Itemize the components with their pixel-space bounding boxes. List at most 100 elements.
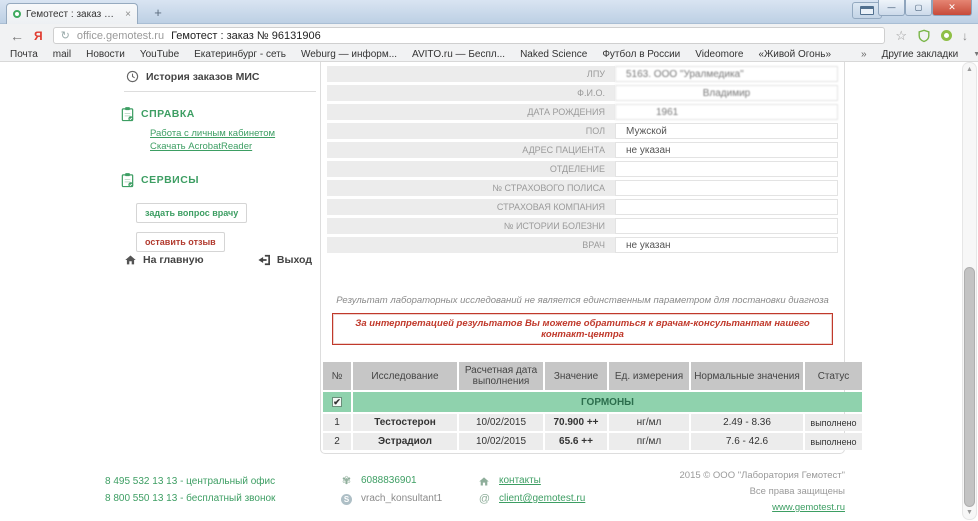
form-row-policy: № СТРАХОВОГО ПОЛИСА — [327, 180, 838, 196]
cell-test: Эстрадиол — [353, 433, 457, 450]
bookmarks-bar: Почта mail Новости YouTube Екатеринбург … — [0, 47, 978, 62]
group-checkbox[interactable]: ✔ — [332, 397, 342, 407]
bookmark-star-icon[interactable]: ☆ — [895, 28, 907, 44]
form-row-address: АДРЕС ПАЦИЕНТА не указан — [327, 142, 838, 158]
results-table: № Исследование Расчетная дата выполнения… — [321, 360, 864, 452]
exit-link[interactable]: Выход — [257, 254, 312, 266]
email-link[interactable]: client@gemotest.ru — [499, 490, 585, 508]
shield-icon[interactable] — [917, 29, 931, 43]
icq-number: 6088836901 — [361, 472, 417, 490]
field-value — [615, 199, 838, 215]
sidebar-bottom-nav: На главную Выход — [124, 254, 312, 266]
field-value: Владимир — [615, 85, 838, 101]
form-row-doctor: ВРАЧ не указан — [327, 237, 838, 253]
group-label: ГОРМОНЫ — [353, 392, 862, 412]
link-download-acrobat[interactable]: Скачать AcrobatReader — [150, 141, 318, 152]
clipboard-icon — [120, 172, 135, 188]
group-row-hormones: ✔ ГОРМОНЫ — [323, 392, 862, 412]
col-header-value: Значение — [545, 362, 607, 390]
form-row-fio: Ф.И.О. Владимир — [327, 85, 838, 101]
bookmark-item[interactable]: Новости — [86, 49, 125, 60]
sidebar: История заказов МИС СПРАВКА Работа с лич… — [112, 62, 318, 455]
bookmark-item[interactable]: «Живой Огонь» — [758, 49, 831, 60]
section-title: СПРАВКА — [141, 108, 195, 120]
field-value: не указан — [615, 142, 838, 158]
new-tab-button[interactable]: + — [146, 5, 170, 22]
vertical-scrollbar[interactable]: ▲ ▼ — [962, 62, 977, 520]
field-label: ВРАЧ — [327, 237, 615, 253]
minimize-button[interactable]: — — [878, 0, 905, 16]
tab-close-icon[interactable]: × — [125, 9, 131, 20]
yandex-logo-icon[interactable]: Я — [34, 29, 43, 43]
field-label: Ф.И.О. — [327, 85, 615, 101]
cell-unit: пг/мл — [609, 433, 689, 450]
footer-phones: 8 495 532 13 13 - центральный офис 8 800… — [105, 473, 275, 507]
skype-login: vrach_konsultant1 — [361, 490, 442, 508]
bookmark-item[interactable]: Weburg — информ... — [301, 49, 397, 60]
icq-flower-icon: ✾ — [340, 472, 353, 490]
cell-test: Тестостерон — [353, 414, 457, 431]
contacts-link[interactable]: контакты — [499, 472, 541, 490]
sidebar-divider — [124, 91, 316, 92]
field-label: № СТРАХОВОГО ПОЛИСА — [327, 180, 615, 196]
field-label: ДАТА РОЖДЕНИЯ — [327, 104, 615, 120]
site-link[interactable]: www.gemotest.ru — [772, 502, 845, 513]
back-button[interactable]: ← — [10, 28, 24, 44]
field-value: 5163. ООО "Уралмедика" — [615, 66, 838, 82]
field-value: Мужской — [615, 123, 838, 139]
address-bar[interactable]: ↻ office.gemotest.ru Гемотест : заказ № … — [53, 27, 886, 44]
home-link[interactable]: На главную — [124, 254, 204, 266]
form-row-insurance: СТРАХОВАЯ КОМПАНИЯ — [327, 199, 838, 215]
cell-date: 10/02/2015 — [459, 414, 543, 431]
bookmark-item[interactable]: AVITO.ru — Беспл... — [412, 49, 505, 60]
cell-status: выполнено — [805, 414, 862, 431]
footer-copyright: 2015 © ООО "Лаборатория Гемотест" Все пр… — [680, 468, 846, 516]
bookmark-item[interactable]: mail — [53, 49, 71, 60]
form-row-birthdate: ДАТА РОЖДЕНИЯ 1961 — [327, 104, 838, 120]
leave-feedback-button[interactable]: оставить отзыв — [136, 232, 225, 252]
link-personal-cabinet[interactable]: Работа с личным кабинетом — [150, 128, 318, 139]
bookmarks-overflow-icon[interactable]: » — [861, 49, 867, 60]
footer-contact-links: контакты @ client@gemotest.ru — [478, 472, 585, 508]
maximize-button[interactable]: ▢ — [905, 0, 932, 16]
field-value — [615, 161, 838, 177]
close-button[interactable]: ✕ — [932, 0, 972, 16]
field-label: СТРАХОВАЯ КОМПАНИЯ — [327, 199, 615, 215]
sidebar-item-order-history[interactable]: История заказов МИС — [126, 70, 318, 83]
extension-swirl-icon[interactable] — [941, 30, 952, 41]
bookmark-item[interactable]: Naked Science — [520, 49, 587, 60]
form-row-department: ОТДЕЛЕНИЕ — [327, 161, 838, 177]
scroll-up-icon[interactable]: ▲ — [963, 63, 976, 76]
home-link-label: На главную — [143, 254, 204, 266]
ask-doctor-button[interactable]: задать вопрос врачу — [136, 203, 247, 223]
phone-free-call: 8 800 550 13 13 - бесплатный звонок — [105, 490, 275, 507]
table-row: 1 Тестостерон 10/02/2015 70.900 ++ нг/мл… — [323, 414, 862, 431]
home-icon — [478, 476, 491, 487]
scroll-down-icon[interactable]: ▼ — [963, 506, 976, 519]
download-icon[interactable]: ↓ — [962, 29, 968, 43]
bookmark-item[interactable]: Футбол в России — [602, 49, 680, 60]
bookmark-item[interactable]: Почта — [10, 49, 38, 60]
form-row-lpu: ЛПУ 5163. ООО "Уралмедика" — [327, 66, 838, 82]
warning-banner: За интерпретацией результатов Вы можете … — [332, 313, 833, 345]
field-value: 1961 — [615, 104, 838, 120]
bookmark-item[interactable]: Videomore — [695, 49, 743, 60]
col-header-num: № — [323, 362, 351, 390]
skype-icon: S — [340, 490, 353, 508]
clipboard-icon — [120, 106, 135, 122]
scrollbar-thumb[interactable] — [964, 267, 975, 507]
copyright-text: 2015 © ООО "Лаборатория Гемотест" — [680, 468, 846, 484]
sidebar-section-spravka: СПРАВКА — [120, 106, 318, 122]
field-label: № ИСТОРИИ БОЛЕЗНИ — [327, 218, 615, 234]
browser-window: Гемотест : заказ № 96 × + — ▢ ✕ ← Я ↻ of… — [0, 0, 978, 521]
browser-tab[interactable]: Гемотест : заказ № 96 × — [6, 3, 138, 24]
bookmark-item[interactable]: YouTube — [140, 49, 179, 60]
cell-num: 1 — [323, 414, 351, 431]
cell-value: 70.900 ++ — [545, 414, 607, 431]
sidebar-item-label: История заказов МИС — [146, 71, 259, 83]
col-header-test: Исследование — [353, 362, 457, 390]
other-bookmarks-button[interactable]: Другие закладки — [882, 49, 959, 60]
refresh-icon[interactable]: ↻ — [61, 29, 70, 42]
bookmark-item[interactable]: Екатеринбург - сеть — [194, 49, 286, 60]
cell-date: 10/02/2015 — [459, 433, 543, 450]
